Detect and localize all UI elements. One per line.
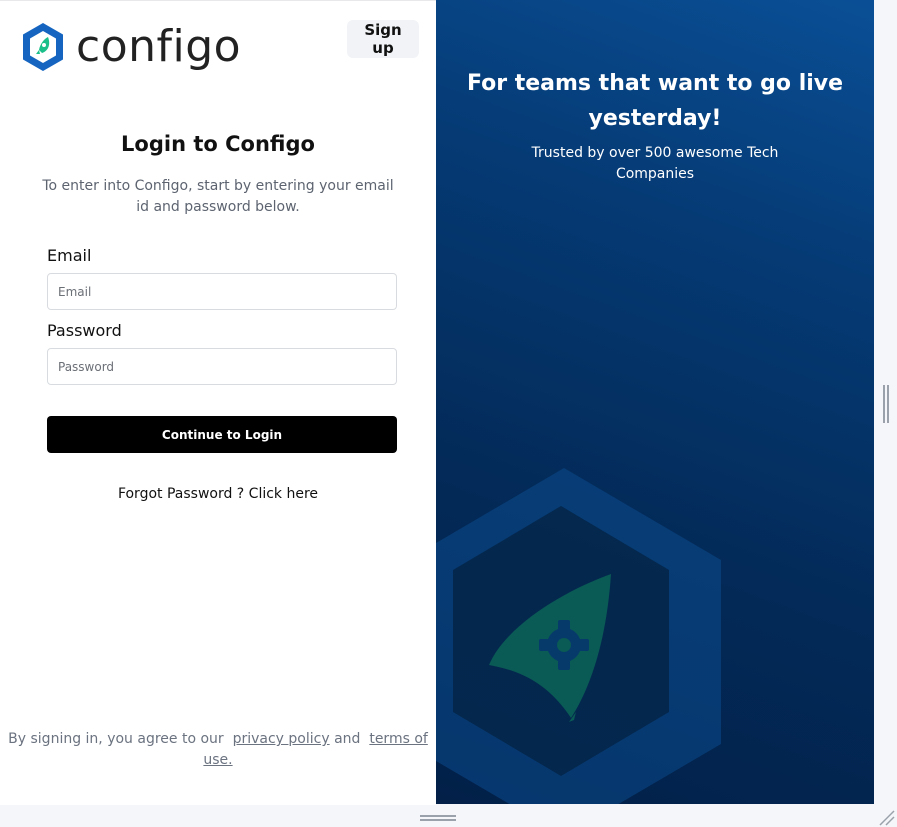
email-label: Email: [47, 246, 92, 265]
terms-notice: By signing in, you agree to our privacy …: [6, 729, 430, 771]
password-field[interactable]: [47, 348, 397, 385]
promo-panel: For teams that want to go live yesterday…: [436, 0, 874, 804]
brand-logo: configo: [20, 21, 241, 73]
brand-name: configo: [76, 21, 242, 72]
signup-button[interactable]: Sign up: [347, 20, 419, 58]
vertical-resize-handle[interactable]: [883, 385, 889, 423]
password-label: Password: [47, 321, 122, 340]
login-subtitle: To enter into Configo, start by entering…: [42, 178, 394, 215]
terms-prefix: By signing in, you agree to our: [8, 731, 224, 747]
rocket-hexagon-icon: [436, 468, 721, 804]
horizontal-resize-handle[interactable]: [420, 815, 456, 821]
promo-headline: For teams that want to go live yesterday…: [466, 71, 844, 131]
forgot-password-link[interactable]: Forgot Password ? Click here: [0, 486, 436, 502]
privacy-policy-link[interactable]: privacy policy: [233, 731, 330, 747]
email-field[interactable]: [47, 273, 397, 310]
resize-grip-icon[interactable]: [878, 809, 896, 827]
login-title: Login to Configo: [121, 132, 315, 156]
login-panel: configo Sign up Login to Configo To ente…: [0, 0, 436, 805]
continue-login-button[interactable]: Continue to Login: [47, 416, 397, 453]
promo-subline: Trusted by over 500 awesome Tech Compani…: [531, 145, 779, 182]
terms-and: and: [334, 731, 361, 747]
rocket-hexagon-icon: [23, 23, 63, 71]
